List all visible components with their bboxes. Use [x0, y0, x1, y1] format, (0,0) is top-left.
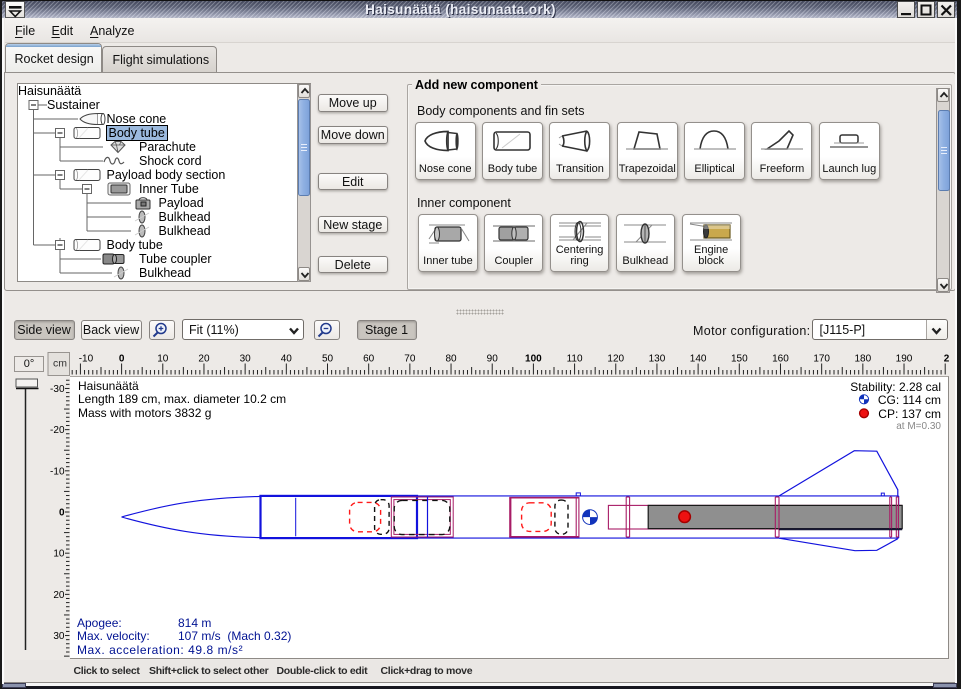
svg-text:30: 30 — [53, 631, 65, 642]
svg-text:50: 50 — [322, 354, 334, 365]
svg-text:130: 130 — [649, 354, 666, 365]
svg-text:90: 90 — [487, 354, 499, 365]
svg-text:20: 20 — [53, 590, 65, 601]
svg-text:-30: -30 — [50, 384, 65, 395]
svg-text:190: 190 — [896, 354, 913, 365]
svg-text:160: 160 — [772, 354, 789, 365]
svg-text:110: 110 — [567, 354, 583, 365]
svg-text:cm: cm — [53, 358, 67, 370]
svg-text:-10: -10 — [79, 354, 94, 365]
svg-text:10: 10 — [53, 549, 65, 560]
svg-text:40: 40 — [281, 354, 293, 365]
svg-text:0: 0 — [119, 354, 125, 365]
svg-text:170: 170 — [813, 354, 830, 365]
svg-text:70: 70 — [404, 354, 416, 365]
svg-text:100: 100 — [525, 354, 542, 365]
svg-text:180: 180 — [854, 354, 871, 365]
svg-text:60: 60 — [363, 354, 375, 365]
svg-text:20: 20 — [198, 354, 210, 365]
svg-text:80: 80 — [445, 354, 457, 365]
svg-text:10: 10 — [157, 354, 169, 365]
svg-text:120: 120 — [607, 354, 624, 365]
svg-text:140: 140 — [690, 354, 707, 365]
svg-text:-10: -10 — [50, 466, 65, 477]
svg-text:-20: -20 — [50, 425, 65, 436]
svg-text:30: 30 — [240, 354, 252, 365]
svg-text:0: 0 — [59, 508, 65, 519]
svg-text:150: 150 — [731, 354, 748, 365]
svg-text:2: 2 — [944, 354, 950, 365]
